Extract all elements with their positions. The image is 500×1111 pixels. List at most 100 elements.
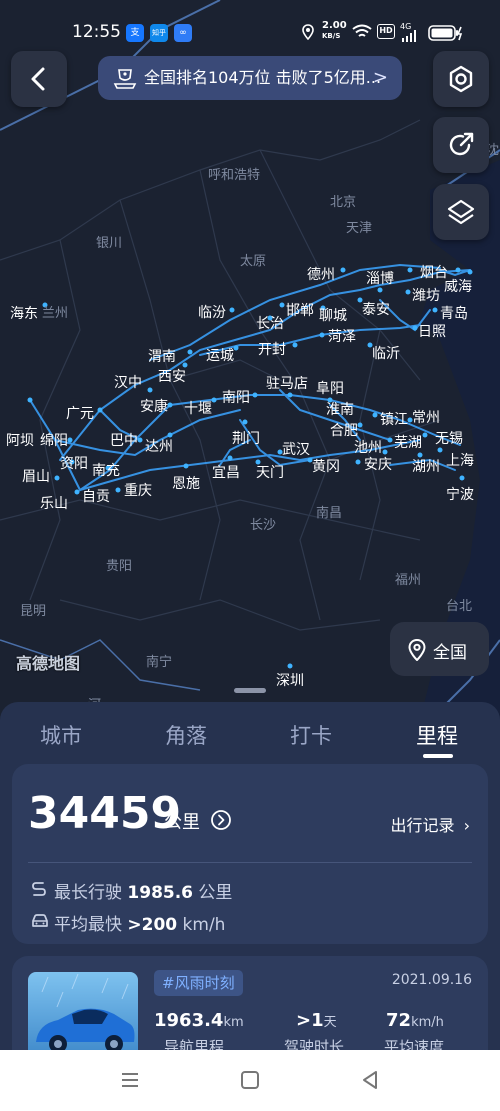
- trip-records-link[interactable]: 出行记录 ›: [390, 812, 470, 836]
- cell-signal-icon: [402, 30, 416, 42]
- wifi-icon: [352, 24, 372, 37]
- stats-panel: 城市 角落 打卡 里程 34459 公里 出行记录 › 最长行驶 1985.6 …: [0, 702, 500, 1050]
- map-city-zigong: 自贡: [82, 489, 110, 505]
- tab-mileage[interactable]: 里程: [416, 720, 458, 750]
- alipay-icon: 支: [126, 24, 144, 42]
- trip-distance-unit: km: [223, 1015, 244, 1030]
- map-city-nanyang: 南阳: [222, 390, 250, 406]
- map-city-haidong: 海东: [10, 306, 38, 322]
- map-label-lanzhou: 兰州: [42, 306, 69, 321]
- map-city-zibo: 淄博: [366, 271, 394, 287]
- zhihu-icon: 知乎: [150, 24, 168, 42]
- tab-cities[interactable]: 城市: [40, 720, 82, 750]
- net-speed-value: 2.00: [322, 20, 347, 31]
- map-city-qingdao: 青岛: [440, 306, 468, 322]
- home-square-icon[interactable]: [240, 1070, 260, 1090]
- map-label-taiyuan: 太原: [240, 254, 267, 269]
- national-rank-banner[interactable]: 全国排名104万位 击败了5亿用... >: [98, 56, 402, 100]
- map-city-enshi: 恩施: [172, 476, 200, 492]
- trip-duration-value: >1: [296, 1010, 324, 1031]
- active-tab-indicator: [423, 754, 453, 758]
- settings-button[interactable]: [433, 51, 489, 107]
- menu-icon[interactable]: [120, 1070, 140, 1090]
- map-city-dazhou: 达州: [145, 439, 173, 455]
- map-city-shenzhen: 深圳: [276, 673, 304, 689]
- map-city-weinan: 渭南: [148, 349, 176, 365]
- location-pin-icon: [408, 639, 426, 661]
- map-city-jingmen: 荆门: [232, 431, 260, 447]
- map-city-wuhan: 武汉: [282, 442, 310, 458]
- map-city-xian: 西安: [158, 369, 186, 385]
- map-city-huanggang: 黄冈: [312, 459, 340, 475]
- tab-checkin[interactable]: 打卡: [290, 720, 332, 750]
- map-city-shanghai: 上海: [446, 453, 474, 469]
- map-watermark: 高德地图: [16, 654, 81, 673]
- trip-duration: >1天: [296, 1010, 337, 1031]
- map-label-hohhot: 呼和浩特: [208, 168, 261, 183]
- map-city-linfen: 临汾: [198, 305, 226, 321]
- panel-tabs: 城市 角落 打卡 里程: [0, 702, 500, 764]
- map-label-beijing: 北京: [330, 195, 357, 210]
- map-city-weihai: 威海: [444, 279, 472, 295]
- total-km-value: 34459: [28, 788, 182, 839]
- share-icon: [449, 132, 474, 156]
- fastest-avg-unit: km/h: [182, 915, 226, 935]
- net-speed-unit: KB/S: [322, 32, 341, 40]
- map-city-meishan: 眉山: [22, 469, 50, 485]
- card-divider: [28, 862, 472, 863]
- layers-icon: [447, 199, 475, 225]
- map-label-yinchuan: 银川: [96, 236, 123, 251]
- map-city-heze: 菏泽: [328, 329, 356, 345]
- map-label-changsha: 长沙: [250, 518, 277, 533]
- layers-button[interactable]: [433, 184, 489, 240]
- rank-text: 全国排名104万位 击败了5亿用...: [144, 68, 382, 87]
- hd-badge: HD: [377, 24, 395, 39]
- battery-icon: [428, 25, 463, 41]
- status-bar: 12:55 支 知乎 ∞ 2.00 KB/S HD 4G: [0, 0, 500, 62]
- map-city-taian: 泰安: [362, 302, 390, 318]
- system-nav-bar: [0, 1050, 500, 1111]
- travel-map[interactable]: 兰州 银川 呼和浩特 北京 天津 太原 长沙 南昌 贵阳 福州 台北 昆明 南宁…: [0, 0, 500, 720]
- car-icon: [32, 914, 48, 927]
- location-status-icon: [302, 24, 314, 40]
- map-city-ziyang: 资阳: [60, 456, 88, 472]
- map-basemap: [0, 0, 500, 720]
- fastest-avg-value: >200: [127, 915, 178, 935]
- total-km-unit: 公里: [164, 812, 200, 833]
- trip-card[interactable]: #风雨时刻 2021.09.16 1963.4km 导航里程 >1天 驾驶时长 …: [12, 956, 488, 1050]
- circle-chevron-right-icon[interactable]: [210, 809, 232, 831]
- trip-speed: 72km/h: [386, 1010, 444, 1031]
- chevron-right-icon: ›: [463, 816, 470, 835]
- car-in-rain-illustration: [36, 973, 135, 1050]
- map-city-bazhong: 巴中: [110, 433, 138, 449]
- longest-drive-unit: 公里: [198, 883, 233, 903]
- map-city-kaifeng: 开封: [258, 342, 286, 358]
- map-city-rizhao: 日照: [418, 324, 446, 340]
- share-button[interactable]: [433, 117, 489, 173]
- map-city-nanchong: 南充: [92, 463, 120, 479]
- trip-speed-label: 平均速度: [384, 1038, 445, 1050]
- net-speed: 2.00 KB/S: [322, 21, 347, 41]
- status-time: 12:55: [72, 22, 121, 42]
- panel-drag-handle[interactable]: [234, 688, 266, 693]
- trip-thumbnail: [28, 972, 138, 1050]
- back-button[interactable]: [11, 51, 67, 107]
- back-arrow-icon: [31, 67, 45, 91]
- mileage-summary-card: 34459 公里 出行记录 › 最长行驶 1985.6 公里 平均最快 >200…: [12, 764, 488, 944]
- tab-corners[interactable]: 角落: [165, 720, 207, 750]
- map-label-guiyang: 贵阳: [106, 559, 133, 574]
- map-label-tianjin: 天津: [346, 221, 373, 236]
- map-city-weifang: 潍坊: [412, 288, 440, 304]
- map-city-ningbo: 宁波: [446, 487, 474, 503]
- map-city-wuhu: 芜湖: [394, 435, 422, 451]
- trip-duration-label: 驾驶时长: [284, 1038, 345, 1050]
- back-triangle-icon[interactable]: [360, 1070, 380, 1090]
- fastest-avg-label: 平均最快: [54, 915, 122, 935]
- trip-tag[interactable]: #风雨时刻: [154, 970, 243, 996]
- map-city-handan: 邯郸: [286, 303, 314, 319]
- map-city-yuncheng: 运城: [206, 348, 234, 364]
- national-view-button[interactable]: 全国: [390, 622, 489, 676]
- trip-records-label: 出行记录: [390, 816, 455, 835]
- map-city-aba: 阿坝: [6, 433, 34, 449]
- map-city-linyi: 临沂: [372, 346, 400, 362]
